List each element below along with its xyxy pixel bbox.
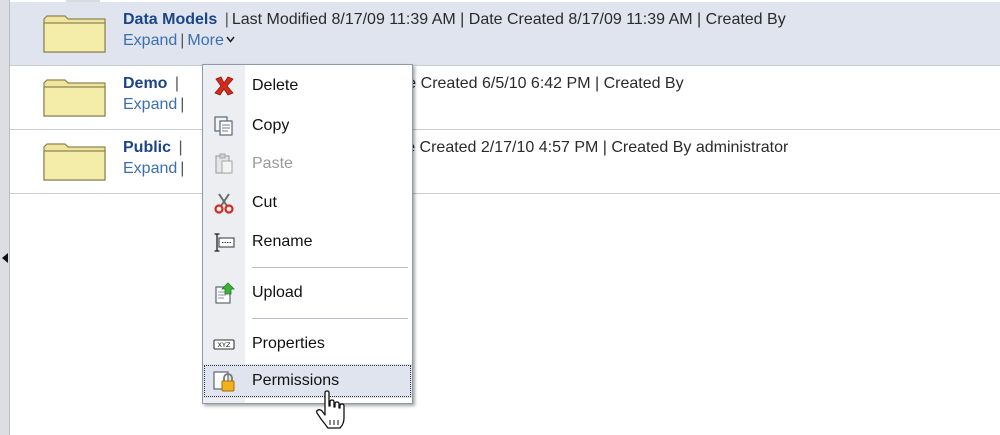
upload-icon	[215, 282, 235, 304]
properties-icon: XYZ	[213, 339, 235, 350]
separator: |	[174, 75, 180, 92]
paste-icon	[215, 153, 233, 174]
menu-item-label: Paste	[252, 155, 293, 172]
menu-item-label: Properties	[252, 335, 325, 352]
separator: |	[180, 160, 185, 177]
menu-item-upload[interactable]: Upload	[203, 276, 412, 310]
menu-item-label: Permissions	[252, 372, 340, 389]
folder-icon	[43, 15, 106, 53]
folder-row-public[interactable]: Public | 57 PM | Date Created 2/17/10 4:…	[10, 130, 1000, 194]
svg-text:XYZ: XYZ	[218, 341, 231, 349]
delete-x-icon	[214, 76, 234, 96]
rename-icon	[214, 233, 235, 252]
menu-item-paste[interactable]: Paste	[203, 147, 412, 181]
menu-item-label: Delete	[252, 77, 299, 94]
hand-pointer-cursor-icon	[316, 390, 345, 429]
expand-link[interactable]: Expand	[123, 32, 177, 49]
separator: |	[180, 32, 185, 49]
left-panel-rail	[0, 0, 10, 435]
menu-separator	[252, 267, 408, 268]
menu-item-copy[interactable]: Copy	[203, 109, 412, 143]
menu-item-delete[interactable]: Delete	[203, 69, 412, 103]
menu-item-label: Upload	[252, 284, 303, 301]
folder-metadata: Last Modified 8/17/09 11:39 AM | Date Cr…	[231, 11, 786, 28]
expand-link[interactable]: Expand	[123, 96, 177, 113]
menu-item-permissions[interactable]: Permissions	[203, 364, 412, 398]
folder-row-data-models[interactable]: Data Models | Last Modified 8/17/09 11:39…	[10, 2, 1000, 66]
folder-row-demo[interactable]: Demo | 2 PM | Date Created 6/5/10 6:42 P…	[10, 66, 1000, 130]
copy-icon	[214, 116, 233, 136]
separator: |	[178, 139, 183, 156]
separator: |	[180, 96, 185, 113]
expand-link[interactable]: Expand	[123, 160, 177, 177]
scissors-icon	[214, 193, 234, 214]
chevron-down-icon	[226, 36, 235, 43]
menu-item-properties[interactable]: XYZ Properties	[203, 327, 412, 361]
folder-icon	[43, 79, 106, 117]
menu-item-rename[interactable]: Rename	[203, 225, 412, 259]
folder-name-link[interactable]: Demo	[123, 75, 167, 92]
separator: |	[224, 11, 229, 28]
menu-item-label: Cut	[252, 194, 277, 211]
menu-item-cut[interactable]: Cut	[203, 186, 412, 220]
menu-item-label: Rename	[252, 233, 313, 250]
lock-icon	[213, 371, 235, 392]
menu-item-label: Copy	[252, 117, 290, 134]
more-label: More	[187, 32, 224, 49]
menu-separator	[252, 318, 408, 319]
folder-name-link[interactable]: Public	[123, 139, 171, 156]
collapse-panel-arrow-icon[interactable]	[2, 253, 8, 263]
more-actions-menu: Delete Copy Paste Cut Rename Upload XYZ …	[202, 64, 413, 404]
more-menu-link[interactable]: More	[187, 32, 235, 49]
folder-icon	[43, 143, 106, 181]
folder-name-link[interactable]: Data Models	[123, 11, 217, 28]
